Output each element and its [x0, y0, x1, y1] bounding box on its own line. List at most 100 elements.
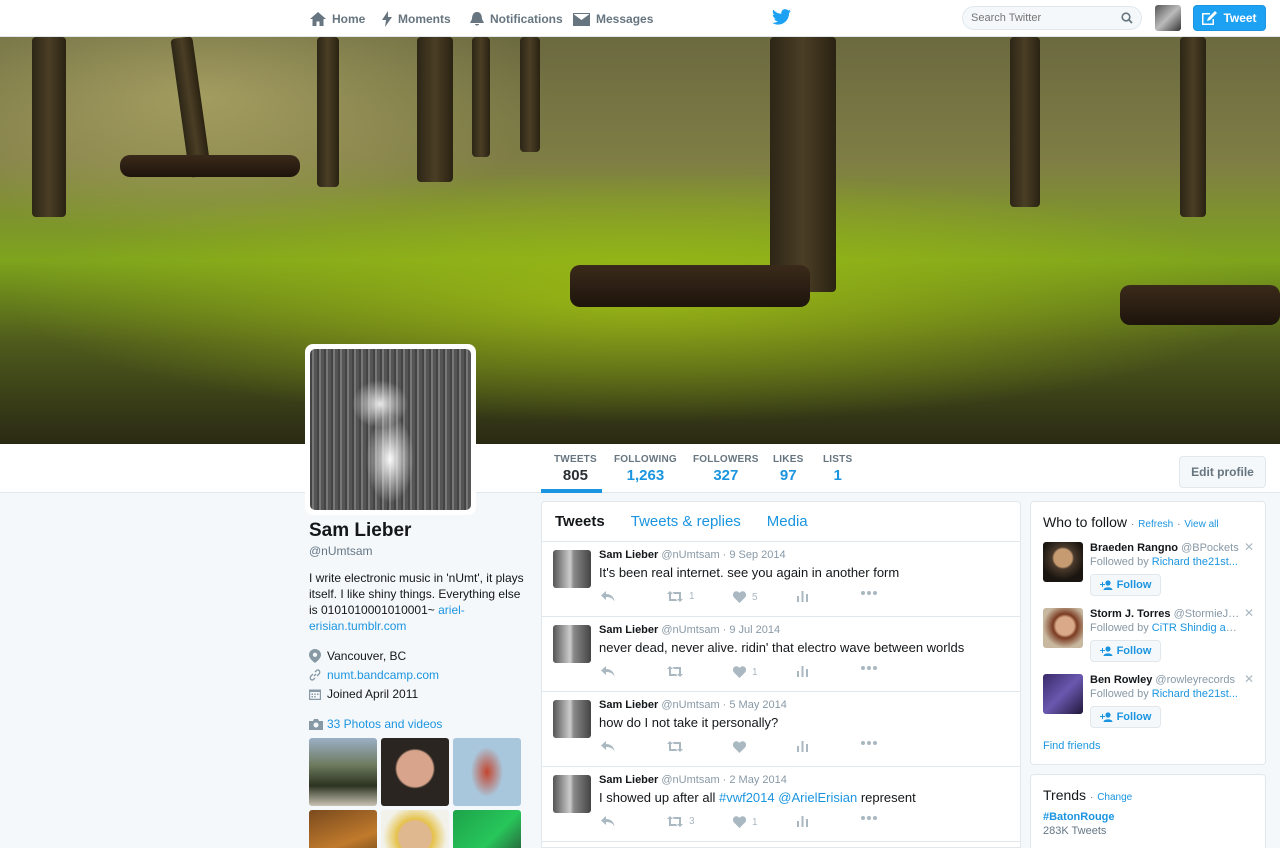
home-icon	[310, 12, 326, 26]
hashtag-link[interactable]: #vwf2014	[719, 790, 775, 805]
followed-by-prefix: Followed by	[1090, 688, 1152, 700]
media-thumbnail[interactable]	[381, 810, 449, 848]
search-icon[interactable]	[1121, 12, 1133, 24]
tweet-avatar[interactable]	[553, 775, 591, 813]
tab-tweets-and-replies[interactable]: Tweets & replies	[631, 513, 741, 530]
reply-button[interactable]	[601, 741, 615, 752]
tweet-meta[interactable]: @nUmtsam · 2 May 2014	[661, 774, 787, 786]
profile-header-banner	[0, 37, 1280, 444]
analytics-button[interactable]	[797, 666, 808, 677]
stat-value: 1,263	[626, 467, 665, 484]
media-thumbnail[interactable]	[381, 738, 449, 806]
website-link[interactable]: numt.bandcamp.com	[327, 668, 439, 682]
dismiss-suggestion-icon[interactable]: ✕	[1244, 672, 1254, 686]
tweet-avatar[interactable]	[553, 700, 591, 738]
media-thumbnail[interactable]	[309, 738, 377, 806]
follow-button[interactable]: Follow	[1090, 706, 1161, 728]
like-button[interactable]	[733, 741, 752, 753]
more-button[interactable]	[861, 666, 877, 670]
suggestion-avatar[interactable]	[1043, 674, 1083, 714]
more-button[interactable]	[861, 591, 877, 595]
profile-handle[interactable]: @nUmtsam	[309, 544, 524, 558]
tweet-author-name[interactable]: Sam Lieber	[599, 549, 658, 561]
tweet-avatar[interactable]	[553, 550, 591, 588]
tweet-actions	[601, 741, 901, 755]
profile-avatar[interactable]	[305, 344, 476, 515]
view-all-link[interactable]: View all	[1184, 519, 1218, 530]
trends-card: Trends · Change #BatonRouge 283K Tweets	[1030, 774, 1266, 848]
search-input[interactable]	[971, 12, 1111, 24]
follow-button[interactable]: Follow	[1090, 640, 1161, 662]
analytics-button[interactable]	[797, 816, 808, 827]
ellipsis-icon	[861, 666, 877, 670]
edit-profile-button[interactable]: Edit profile	[1179, 456, 1266, 488]
trend-item[interactable]: #BatonRouge	[1043, 811, 1115, 823]
tweet[interactable]: Sam Lieber @nUmtsam · 2 May 2014 I showe…	[542, 767, 1020, 842]
tweet-author-name[interactable]: Sam Lieber	[599, 774, 658, 786]
mention-link[interactable]: @ArielErisian	[778, 790, 857, 805]
media-thumbnail[interactable]	[309, 810, 377, 848]
stat-likes[interactable]: LIKES 97	[773, 454, 803, 484]
suggestion-name-line[interactable]: Ben Rowley @rowleyrecords	[1090, 674, 1240, 686]
reply-button[interactable]	[601, 816, 615, 827]
compose-tweet-button[interactable]: Tweet	[1193, 5, 1266, 31]
analytics-button[interactable]	[797, 741, 808, 752]
nav-messages[interactable]: Messages	[573, 9, 653, 29]
retweet-button[interactable]	[667, 666, 689, 677]
tweet-text: never dead, never alive. ridin' that ele…	[599, 640, 965, 655]
like-button[interactable]: 1	[733, 816, 758, 828]
stat-following[interactable]: FOLLOWING 1,263	[614, 454, 677, 484]
tweet-author-name[interactable]: Sam Lieber	[599, 699, 658, 711]
tweet-meta[interactable]: @nUmtsam · 9 Sep 2014	[661, 549, 785, 561]
nav-notifications-label: Notifications	[490, 12, 563, 26]
suggestion-name-line[interactable]: Storm J. Torres @StormieJT...	[1090, 608, 1240, 620]
media-thumbnail[interactable]	[453, 810, 521, 848]
followed-by-link[interactable]: CiTR Shindig an...	[1152, 622, 1240, 634]
suggestion-avatar[interactable]	[1043, 608, 1083, 648]
twitter-bird-logo[interactable]	[772, 9, 791, 28]
stat-label: LIKES	[773, 454, 804, 465]
more-button[interactable]	[861, 816, 877, 820]
reply-button[interactable]	[601, 591, 615, 602]
tweet-meta[interactable]: @nUmtsam · 9 Jul 2014	[661, 624, 780, 636]
dismiss-suggestion-icon[interactable]: ✕	[1244, 540, 1254, 554]
refresh-link[interactable]: Refresh	[1138, 519, 1173, 530]
more-button[interactable]	[861, 741, 877, 745]
profile-meta: Vancouver, BC numt.bandcamp.com Joined A…	[309, 646, 524, 703]
add-user-icon	[1099, 580, 1113, 590]
tweet-meta[interactable]: @nUmtsam · 5 May 2014	[661, 699, 787, 711]
tab-tweets[interactable]: Tweets	[555, 513, 605, 530]
stat-label: LISTS	[823, 454, 853, 465]
retweet-button[interactable]	[667, 741, 689, 752]
find-friends-link[interactable]: Find friends	[1043, 740, 1100, 752]
tweet[interactable]: Sam Lieber @nUmtsam · 5 May 2014 how do …	[542, 692, 1020, 767]
nav-moments[interactable]: Moments	[382, 9, 451, 29]
media-thumbnail[interactable]	[453, 738, 521, 806]
suggestion-avatar[interactable]	[1043, 542, 1083, 582]
stat-lists[interactable]: LISTS 1	[823, 454, 852, 484]
analytics-button[interactable]	[797, 591, 808, 602]
tweet[interactable]: Sam Lieber @nUmtsam · 9 Sep 2014 It's be…	[542, 542, 1020, 617]
dismiss-suggestion-icon[interactable]: ✕	[1244, 606, 1254, 620]
reply-button[interactable]	[601, 666, 615, 677]
like-button[interactable]: 1	[733, 666, 758, 678]
tweet-author-name[interactable]: Sam Lieber	[599, 624, 658, 636]
tweet-avatar[interactable]	[553, 625, 591, 663]
change-trends-link[interactable]: Change	[1097, 792, 1132, 803]
suggestion-name-line[interactable]: Braeden Rangno @BPockets	[1090, 542, 1240, 554]
stat-followers[interactable]: FOLLOWERS 327	[693, 454, 759, 484]
tweet[interactable]: Sam Lieber @nUmtsam · 9 Jul 2014 never d…	[542, 617, 1020, 692]
nav-notifications[interactable]: Notifications	[470, 9, 563, 29]
photos-and-videos-link[interactable]: 33 Photos and videos	[309, 717, 524, 731]
tab-media[interactable]: Media	[767, 513, 808, 530]
like-button[interactable]: 5	[733, 591, 758, 603]
user-avatar-menu[interactable]	[1155, 5, 1181, 31]
followed-by-link[interactable]: Richard the21st...	[1152, 688, 1238, 700]
retweet-button[interactable]: 3	[667, 816, 695, 827]
retweet-button[interactable]: 1	[667, 591, 695, 602]
profile-name[interactable]: Sam Lieber	[309, 520, 524, 542]
nav-home[interactable]: Home	[310, 9, 365, 29]
followed-by-link[interactable]: Richard the21st...	[1152, 556, 1238, 568]
stat-tweets[interactable]: TWEETS 805	[554, 454, 597, 484]
follow-button[interactable]: Follow	[1090, 574, 1161, 596]
